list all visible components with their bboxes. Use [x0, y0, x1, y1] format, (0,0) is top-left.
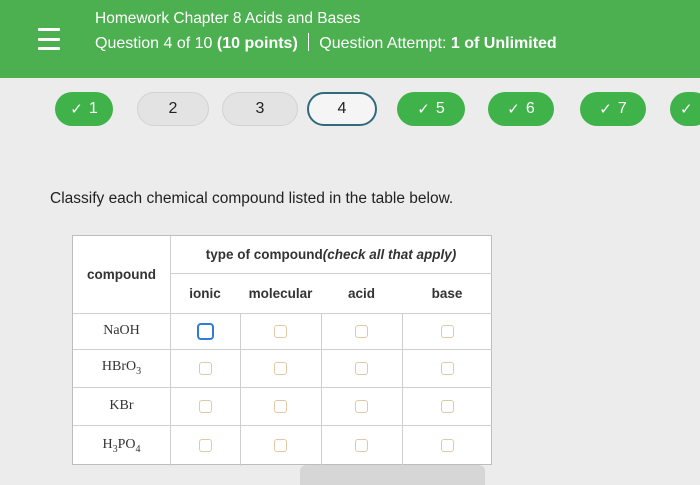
- app-header: Homework Chapter 8 Acids and Bases Quest…: [0, 0, 700, 78]
- h3po4-base-checkbox[interactable]: [440, 439, 454, 452]
- attempt-value: 1 of Unlimited: [450, 35, 557, 52]
- h3po4-molecular-checkbox[interactable]: [274, 439, 287, 452]
- formula-text: KBr: [109, 398, 134, 413]
- type-header-main: type of compound: [205, 247, 323, 262]
- compound-kbr: KBr: [73, 387, 170, 425]
- question-number: 6: [525, 100, 535, 117]
- kbr-molecular-checkbox[interactable]: [274, 399, 287, 413]
- h3po4-ionic-checkbox[interactable]: [198, 439, 212, 452]
- question-points: (10 points): [216, 35, 298, 52]
- hamburger-menu-icon[interactable]: [38, 28, 60, 50]
- classification-table: compound type of compound (check all tha…: [72, 235, 492, 466]
- h3po4-acid-checkbox[interactable]: [355, 439, 368, 452]
- question-position: Question 4 of 10: [95, 35, 213, 52]
- assignment-title: Homework Chapter 8 Acids and Bases: [95, 10, 361, 27]
- question-prompt: Classify each chemical compound listed i…: [50, 190, 454, 207]
- naoh-acid-checkbox[interactable]: [355, 324, 368, 338]
- separator: [307, 33, 310, 51]
- action-button-partial[interactable]: [300, 465, 485, 485]
- column-header-molecular: molecular: [248, 285, 313, 301]
- check-icon: ✓: [680, 101, 693, 118]
- question-number: 3: [255, 100, 265, 117]
- check-icon: ✓: [599, 101, 612, 118]
- column-header-ionic: ionic: [189, 285, 221, 301]
- kbr-acid-checkbox[interactable]: [355, 399, 368, 413]
- kbr-base-checkbox[interactable]: [440, 399, 454, 413]
- question-next-partial-button[interactable]: ✓: [670, 92, 700, 126]
- question-number: 7: [617, 100, 627, 117]
- compound-h3po4: H3PO4: [73, 425, 170, 466]
- type-column-group-header: type of compound (check all that apply): [170, 236, 492, 273]
- column-header-acid: acid: [347, 285, 375, 301]
- question-number: 4: [337, 100, 347, 117]
- question-number: 5: [435, 100, 445, 117]
- question-info: Question 4 of 10 (10 points) Question Att…: [95, 33, 557, 53]
- naoh-molecular-checkbox[interactable]: [274, 324, 287, 338]
- hbro3-acid-checkbox[interactable]: [355, 361, 368, 375]
- question-number: 2: [168, 100, 178, 117]
- column-header-base: base: [431, 285, 463, 301]
- formula-text: HBrO3: [101, 359, 142, 377]
- question-number: 1: [88, 100, 98, 117]
- question-3-button[interactable]: 3: [222, 92, 298, 126]
- question-4-button[interactable]: 4: [307, 92, 377, 126]
- naoh-ionic-checkbox[interactable]: [196, 322, 214, 340]
- formula-text: H3PO4: [102, 436, 141, 455]
- type-header-note: (check all that apply): [322, 247, 457, 262]
- compound-naoh: NaOH: [73, 313, 170, 349]
- compound-column-header: compound: [87, 267, 156, 282]
- check-icon: ✓: [507, 101, 520, 118]
- question-navigator: ✓ 1 2 3 4 ✓ 5 ✓ 6 ✓ 7 ✓: [0, 92, 700, 132]
- question-2-button[interactable]: 2: [137, 92, 209, 126]
- question-1-button[interactable]: ✓ 1: [55, 92, 113, 126]
- check-icon: ✓: [417, 101, 430, 118]
- naoh-base-checkbox[interactable]: [440, 324, 454, 338]
- formula-text: NaOH: [103, 323, 140, 338]
- compound-hbro3: HBrO3: [73, 349, 170, 387]
- question-7-button[interactable]: ✓ 7: [580, 92, 646, 126]
- question-6-button[interactable]: ✓ 6: [488, 92, 554, 126]
- hbro3-molecular-checkbox[interactable]: [274, 361, 287, 375]
- kbr-ionic-checkbox[interactable]: [198, 399, 212, 413]
- hbro3-base-checkbox[interactable]: [440, 361, 454, 375]
- question-5-button[interactable]: ✓ 5: [397, 92, 465, 126]
- hbro3-ionic-checkbox[interactable]: [198, 361, 212, 375]
- attempt-label: Question Attempt:: [319, 35, 447, 52]
- check-icon: ✓: [70, 101, 83, 118]
